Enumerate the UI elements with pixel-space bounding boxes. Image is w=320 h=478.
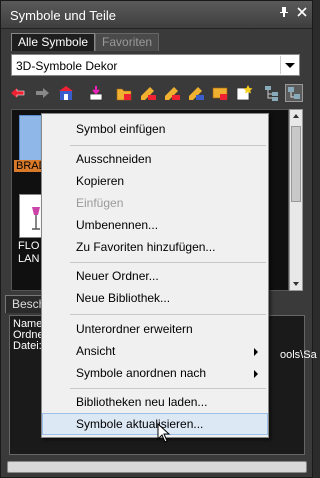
panel-titlebar[interactable]: Symbole und Teile	[1, 1, 312, 29]
menu-item-label: Bibliotheken neu laden...	[76, 395, 208, 409]
menu-separator	[70, 262, 266, 263]
insert-symbol-icon[interactable]	[87, 84, 105, 102]
submenu-arrow-icon	[254, 370, 258, 378]
menu-item-label: Symbole anordnen nach	[76, 366, 207, 380]
menu-item-label: Ansicht	[76, 344, 116, 358]
mouse-cursor-icon	[157, 422, 171, 443]
menu-separator	[70, 388, 266, 389]
description-lines: Name Ordne Datei:	[13, 319, 44, 352]
menu-item-label: Umbenennen...	[76, 218, 159, 232]
library-select-value: 3D-Symbole Dekor	[16, 59, 118, 73]
edit-symbol-icon[interactable]	[139, 84, 157, 102]
menu-item-new-library[interactable]: Neue Bibliothek...	[42, 287, 268, 309]
symbol-grid-scrollbar[interactable]	[289, 109, 303, 291]
menu-item-expand-subfolders[interactable]: Unterordner erweitern	[42, 318, 268, 340]
menu-item-arrange-symbols-by[interactable]: Symbole anordnen nach	[42, 362, 268, 384]
scroll-down-icon[interactable]	[290, 278, 302, 290]
symbol-toolbar	[7, 81, 307, 107]
description-file-path: ools\Sa	[280, 349, 317, 361]
menu-item-label: Einfügen	[76, 196, 124, 210]
library-home-icon[interactable]	[57, 84, 75, 102]
tree-view-icon[interactable]	[263, 84, 281, 102]
library-select[interactable]: 3D-Symbole Dekor	[11, 54, 300, 76]
menu-item-label: Neuer Ordner...	[76, 269, 159, 283]
menu-separator	[70, 145, 266, 146]
menu-item-rename[interactable]: Umbenennen...	[42, 214, 268, 236]
scroll-up-icon[interactable]	[290, 110, 302, 122]
menu-item-reload-libraries[interactable]: Bibliotheken neu laden...	[42, 391, 268, 413]
menu-item-add-to-favorites[interactable]: Zu Favoriten hinzufügen...	[42, 236, 268, 258]
copy-symbol-icon[interactable]	[187, 84, 205, 102]
menu-item-copy[interactable]: Kopieren	[42, 170, 268, 192]
move-symbol-icon[interactable]	[211, 84, 229, 102]
tab-all-symbols[interactable]: Alle Symbole	[11, 33, 96, 51]
tab-favorites[interactable]: Favoriten	[95, 33, 160, 51]
new-symbol-icon[interactable]	[235, 84, 253, 102]
menu-separator	[70, 314, 266, 315]
menu-item-label: Neue Bibliothek...	[76, 291, 171, 305]
symbol-label-text: FLO LAN	[18, 240, 40, 265]
menu-item-label: Zu Favoriten hinzufügen...	[76, 240, 216, 254]
description-file-label: Datei:	[13, 340, 42, 352]
options-icon[interactable]	[285, 84, 303, 102]
scroll-thumb[interactable]	[291, 126, 301, 202]
menu-item-update-symbols[interactable]: Symbole aktualisieren...	[42, 413, 268, 435]
submenu-arrow-icon	[254, 348, 258, 356]
symbols-and-parts-panel: Symbole und Teile Alle Symbole Favoriten…	[0, 0, 317, 478]
tab-strip: Alle Symbole Favoriten	[11, 33, 160, 51]
menu-item-label: Symbole aktualisieren...	[76, 417, 204, 431]
new-folder-icon[interactable]	[115, 84, 133, 102]
context-menu: Symbol einfügen Ausschneiden Kopieren Ei…	[41, 113, 269, 438]
menu-item-view[interactable]: Ansicht	[42, 340, 268, 362]
menu-item-label: Symbol einfügen	[76, 122, 166, 136]
menu-item-paste: Einfügen	[42, 192, 268, 214]
menu-item-label: Ausschneiden	[76, 152, 152, 166]
delete-symbol-icon[interactable]	[163, 84, 181, 102]
horizontal-scrollbar[interactable]	[7, 461, 307, 473]
close-icon[interactable]	[295, 6, 309, 22]
menu-item-insert-symbol[interactable]: Symbol einfügen	[42, 118, 268, 140]
forward-arrow-icon[interactable]	[33, 84, 51, 102]
menu-item-label: Kopieren	[76, 174, 125, 188]
panel-title: Symbole und Teile	[10, 8, 116, 23]
menu-item-new-folder[interactable]: Neuer Ordner...	[42, 265, 268, 287]
menu-item-cut[interactable]: Ausschneiden	[42, 148, 268, 170]
pin-icon[interactable]	[277, 6, 291, 22]
menu-item-label: Unterordner erweitern	[76, 322, 193, 336]
back-arrow-icon[interactable]	[9, 84, 27, 102]
chevron-down-icon[interactable]	[280, 56, 298, 74]
